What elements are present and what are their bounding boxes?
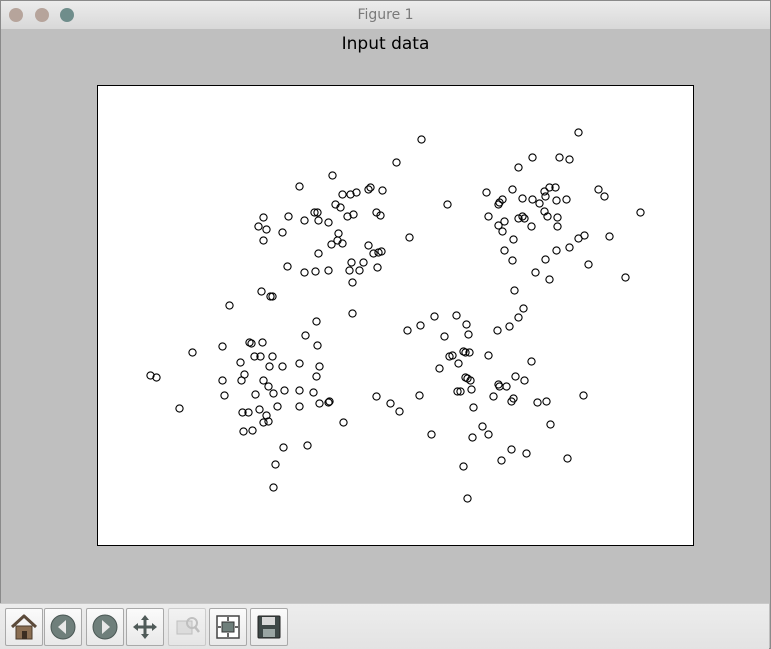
save-floppy-icon — [257, 615, 281, 639]
plot-axes-frame — [97, 85, 694, 546]
home-icon — [10, 614, 38, 640]
pan-move-icon — [133, 615, 157, 639]
subplots-button[interactable] — [209, 608, 247, 646]
back-button[interactable] — [44, 608, 82, 646]
subplots-configure-icon — [216, 615, 240, 639]
forward-arrow-icon — [92, 614, 118, 640]
back-arrow-icon — [50, 614, 76, 640]
zoom-rect-icon — [176, 617, 200, 635]
save-button[interactable] — [250, 608, 288, 646]
home-button[interactable] — [5, 608, 43, 646]
pan-button[interactable] — [126, 608, 164, 646]
forward-button[interactable] — [86, 608, 124, 646]
zoom-button-toolbar[interactable] — [168, 608, 206, 646]
scatter-plot[interactable] — [0, 0, 771, 649]
navigation-toolbar — [0, 603, 769, 649]
